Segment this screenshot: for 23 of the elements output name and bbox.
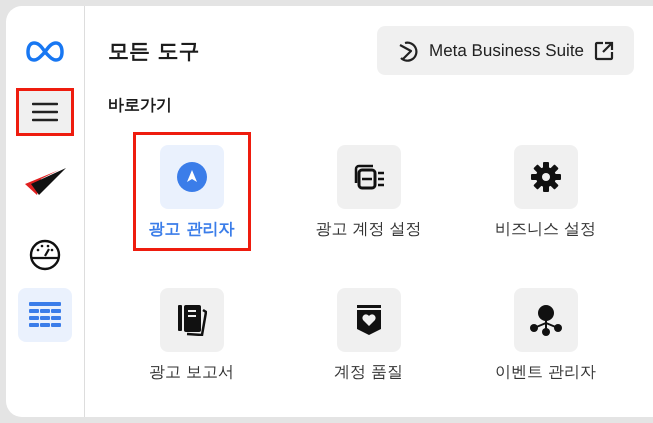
tool-tile[interactable]: 비즈니스 설정 xyxy=(486,132,604,251)
gear-icon xyxy=(530,161,562,193)
page-title: 모든 도구 xyxy=(108,38,200,64)
table-icon xyxy=(29,302,61,328)
shield-heart-icon xyxy=(356,304,382,336)
sidebar-item[interactable] xyxy=(16,88,74,136)
tool-tile[interactable]: 광고 계정 설정 xyxy=(310,132,428,251)
tool-tile[interactable]: 광고 관리자 xyxy=(132,132,250,251)
gauge-icon xyxy=(29,239,61,271)
play-circle-icon xyxy=(397,40,420,62)
cards-icon xyxy=(352,163,384,191)
navigation-icon xyxy=(176,161,208,193)
infinity-icon xyxy=(26,41,64,63)
meta-business-suite-button[interactable]: Meta Business Suite xyxy=(377,26,634,75)
external-link-icon xyxy=(594,40,614,60)
network-icon xyxy=(528,304,562,336)
arrow-icon xyxy=(23,167,67,197)
section-title: 바로가기 xyxy=(108,95,173,116)
book-icon xyxy=(176,304,206,336)
tool-tile[interactable]: 광고 보고서 xyxy=(132,275,250,394)
tool-tile[interactable]: 계정 품질 xyxy=(310,275,428,394)
tool-tile[interactable]: 이벤트 관리자 xyxy=(486,275,604,394)
menu-icon xyxy=(32,101,58,123)
